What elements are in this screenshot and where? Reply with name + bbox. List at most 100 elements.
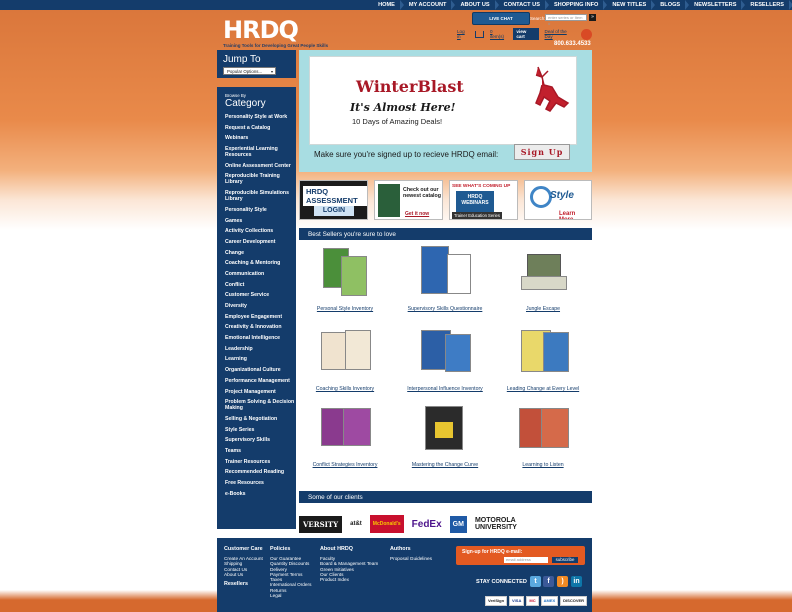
sidebar-item-category[interactable]: Personality Style <box>225 207 295 213</box>
product-link[interactable]: Jungle Escape <box>497 306 589 312</box>
nav-about-us[interactable]: ABOUT US <box>454 0 499 10</box>
live-chat-button[interactable]: LIVE CHAT <box>472 12 530 25</box>
product-link[interactable]: Personal Style Inventory <box>299 306 391 312</box>
deal-badge-icon[interactable] <box>581 28 592 40</box>
search-go-button[interactable]: » <box>589 14 596 21</box>
footer-link[interactable]: Quantity Discounts <box>270 561 311 566</box>
sidebar-item-category[interactable]: Career Development <box>225 239 295 245</box>
sidebar-item-category[interactable]: Conflict <box>225 282 295 288</box>
sidebar-item-category[interactable]: Games <box>225 218 295 224</box>
facebook-icon[interactable]: f <box>543 576 554 587</box>
product-card[interactable]: Jungle Escape <box>497 242 589 318</box>
deal-of-the-day-link[interactable]: Deal of the Day <box>545 29 576 39</box>
nav-new-titles[interactable]: NEW TITLES <box>606 0 656 10</box>
sidebar-item-category[interactable]: Communication <box>225 271 295 277</box>
product-link[interactable]: Interpersonal Influence Inventory <box>399 386 491 392</box>
footer-link[interactable]: Legal <box>270 593 311 598</box>
product-link[interactable]: Learning to Listen <box>497 462 589 468</box>
stay-connected-label: STAY CONNECTED <box>476 579 527 585</box>
view-cart-button[interactable]: view cart <box>513 28 539 40</box>
sidebar-item-category[interactable]: Project Management <box>225 389 295 395</box>
sidebar-item-category[interactable]: Coaching & Mentoring <box>225 260 295 266</box>
footer-link[interactable]: International Orders <box>270 582 311 587</box>
product-card[interactable]: Mastering the Change Curve <box>399 398 491 474</box>
footer-link[interactable]: Proposal Guidelines <box>390 556 432 561</box>
sidebar-item-category[interactable]: Reproducible Simulations Library <box>225 190 295 202</box>
login-link[interactable]: Log in <box>457 29 469 39</box>
linkedin-icon[interactable]: in <box>571 576 582 587</box>
nav-shopping-info[interactable]: SHOPPING INFO <box>548 0 608 10</box>
hrdq-logo[interactable]: HRDQ <box>223 16 299 44</box>
sidebar-item-category[interactable]: e-Books <box>225 491 295 497</box>
learn-more-link[interactable]: Learn More <box>559 211 591 219</box>
sidebar-item-category[interactable]: Organizational Culture <box>225 367 295 373</box>
sidebar-item-category[interactable]: Request a Catalog <box>225 125 295 131</box>
promo-style-series[interactable]: Style Learn More <box>524 180 592 220</box>
search-input[interactable]: enter series or Item # <box>545 14 587 26</box>
sidebar-item-category[interactable]: Change <box>225 250 295 256</box>
product-image <box>517 246 571 298</box>
nav-my-account[interactable]: MY ACCOUNT <box>403 0 456 10</box>
sidebar-item-category[interactable]: Learning <box>225 356 295 362</box>
winterblast-banner[interactable]: WinterBlast It's Almost Here! 10 Days of… <box>299 50 592 172</box>
product-card[interactable]: Leading Change at Every Level <box>497 322 589 398</box>
product-card[interactable]: Learning to Listen <box>497 398 589 474</box>
sidebar-item-category[interactable]: Customer Service <box>225 292 295 298</box>
product-link[interactable]: Supervisory Skills Questionnaire <box>399 306 491 312</box>
nav-blogs[interactable]: BLOGS <box>654 0 690 10</box>
product-card[interactable]: Personal Style Inventory <box>299 242 391 318</box>
nav-contact-us[interactable]: CONTACT US <box>498 0 550 10</box>
product-link[interactable]: Coaching Skills Inventory <box>299 386 391 392</box>
nav-newsletters[interactable]: NEWSLETTERS <box>688 0 746 10</box>
jump-to-select[interactable]: Popular Options... ▾ <box>223 67 276 75</box>
product-card[interactable]: Interpersonal Influence Inventory <box>399 322 491 398</box>
sidebar-item-category[interactable]: Supervisory Skills <box>225 437 295 443</box>
page-wrapper: HRDQ Training Tools for Developing Great… <box>217 10 596 612</box>
product-link[interactable]: Leading Change at Every Level <box>497 386 589 392</box>
twitter-icon[interactable]: t <box>530 576 541 587</box>
sidebar-item-category[interactable]: Teams <box>225 448 295 454</box>
discover-badge: DISCOVER <box>560 596 588 606</box>
sidebar-item-category[interactable]: Selling & Negotiation <box>225 416 295 422</box>
sidebar-item-category[interactable]: Style Series <box>225 427 295 433</box>
sidebar-item-category[interactable]: Free Resources <box>225 480 295 486</box>
footer-link[interactable]: Product Index <box>320 577 378 582</box>
verisign-badge: VeriSign <box>485 596 508 606</box>
footer-resellers[interactable]: Resellers <box>224 581 263 587</box>
get-it-now-link[interactable]: Get it now <box>405 211 429 217</box>
sidebar-item-category[interactable]: Diversity <box>225 303 295 309</box>
product-card[interactable]: Conflict Strategies Inventory <box>299 398 391 474</box>
subscribe-button[interactable]: subscribe <box>552 557 578 563</box>
sidebar-item-category[interactable]: Webinars <box>225 135 295 141</box>
sidebar-item-category[interactable]: Activity Collections <box>225 228 295 234</box>
product-link[interactable]: Mastering the Change Curve <box>399 462 491 468</box>
sidebar-item-category[interactable]: Personality Style at Work <box>225 114 295 120</box>
sidebar-item-category[interactable]: Experiential Learning Resources <box>225 146 295 158</box>
nav-resellers[interactable]: RESELLERS <box>744 0 792 10</box>
sidebar-item-category[interactable]: Emotional Intelligence <box>225 335 295 341</box>
cart-icon[interactable] <box>475 30 484 38</box>
footer-link[interactable]: Board & Management Team <box>320 561 378 566</box>
product-card[interactable]: Coaching Skills Inventory <box>299 322 391 398</box>
email-signup-input[interactable]: email address <box>504 557 548 563</box>
footer-link[interactable]: About Us <box>224 572 263 577</box>
sidebar-item-category[interactable]: Performance Management <box>225 378 295 384</box>
signup-button[interactable]: Sign Up <box>514 144 570 160</box>
nav-home[interactable]: HOME <box>372 0 404 10</box>
sidebar-item-category[interactable]: Reproducible Training Library <box>225 173 295 185</box>
sidebar-item-category[interactable]: Online Assessment Center <box>225 163 295 169</box>
product-card[interactable]: Supervisory Skills Questionnaire <box>399 242 491 318</box>
assessment-login-button[interactable]: LOGIN <box>314 206 354 216</box>
promo-catalog[interactable]: Check out our newest catalog Get it now <box>374 180 443 220</box>
sidebar-item-category[interactable]: Trainer Resources <box>225 459 295 465</box>
cart-count[interactable]: 0 item(s) <box>490 29 507 39</box>
product-link[interactable]: Conflict Strategies Inventory <box>299 462 391 468</box>
sidebar-item-category[interactable]: Leadership <box>225 346 295 352</box>
sidebar-item-category[interactable]: Employee Engagement <box>225 314 295 320</box>
sidebar-item-category[interactable]: Problem Solving & Decision Making <box>225 399 295 411</box>
sidebar-item-category[interactable]: Creativity & Innovation <box>225 324 295 330</box>
promo-webinars[interactable]: SEE WHAT'S COMING UP HRDQ WEBINARS Train… <box>449 180 518 220</box>
rss-icon[interactable]: ) <box>557 576 568 587</box>
promo-assessment-center[interactable]: HRDQ ASSESSMENT LOGIN <box>299 180 368 220</box>
sidebar-item-category[interactable]: Recommended Reading <box>225 469 295 475</box>
